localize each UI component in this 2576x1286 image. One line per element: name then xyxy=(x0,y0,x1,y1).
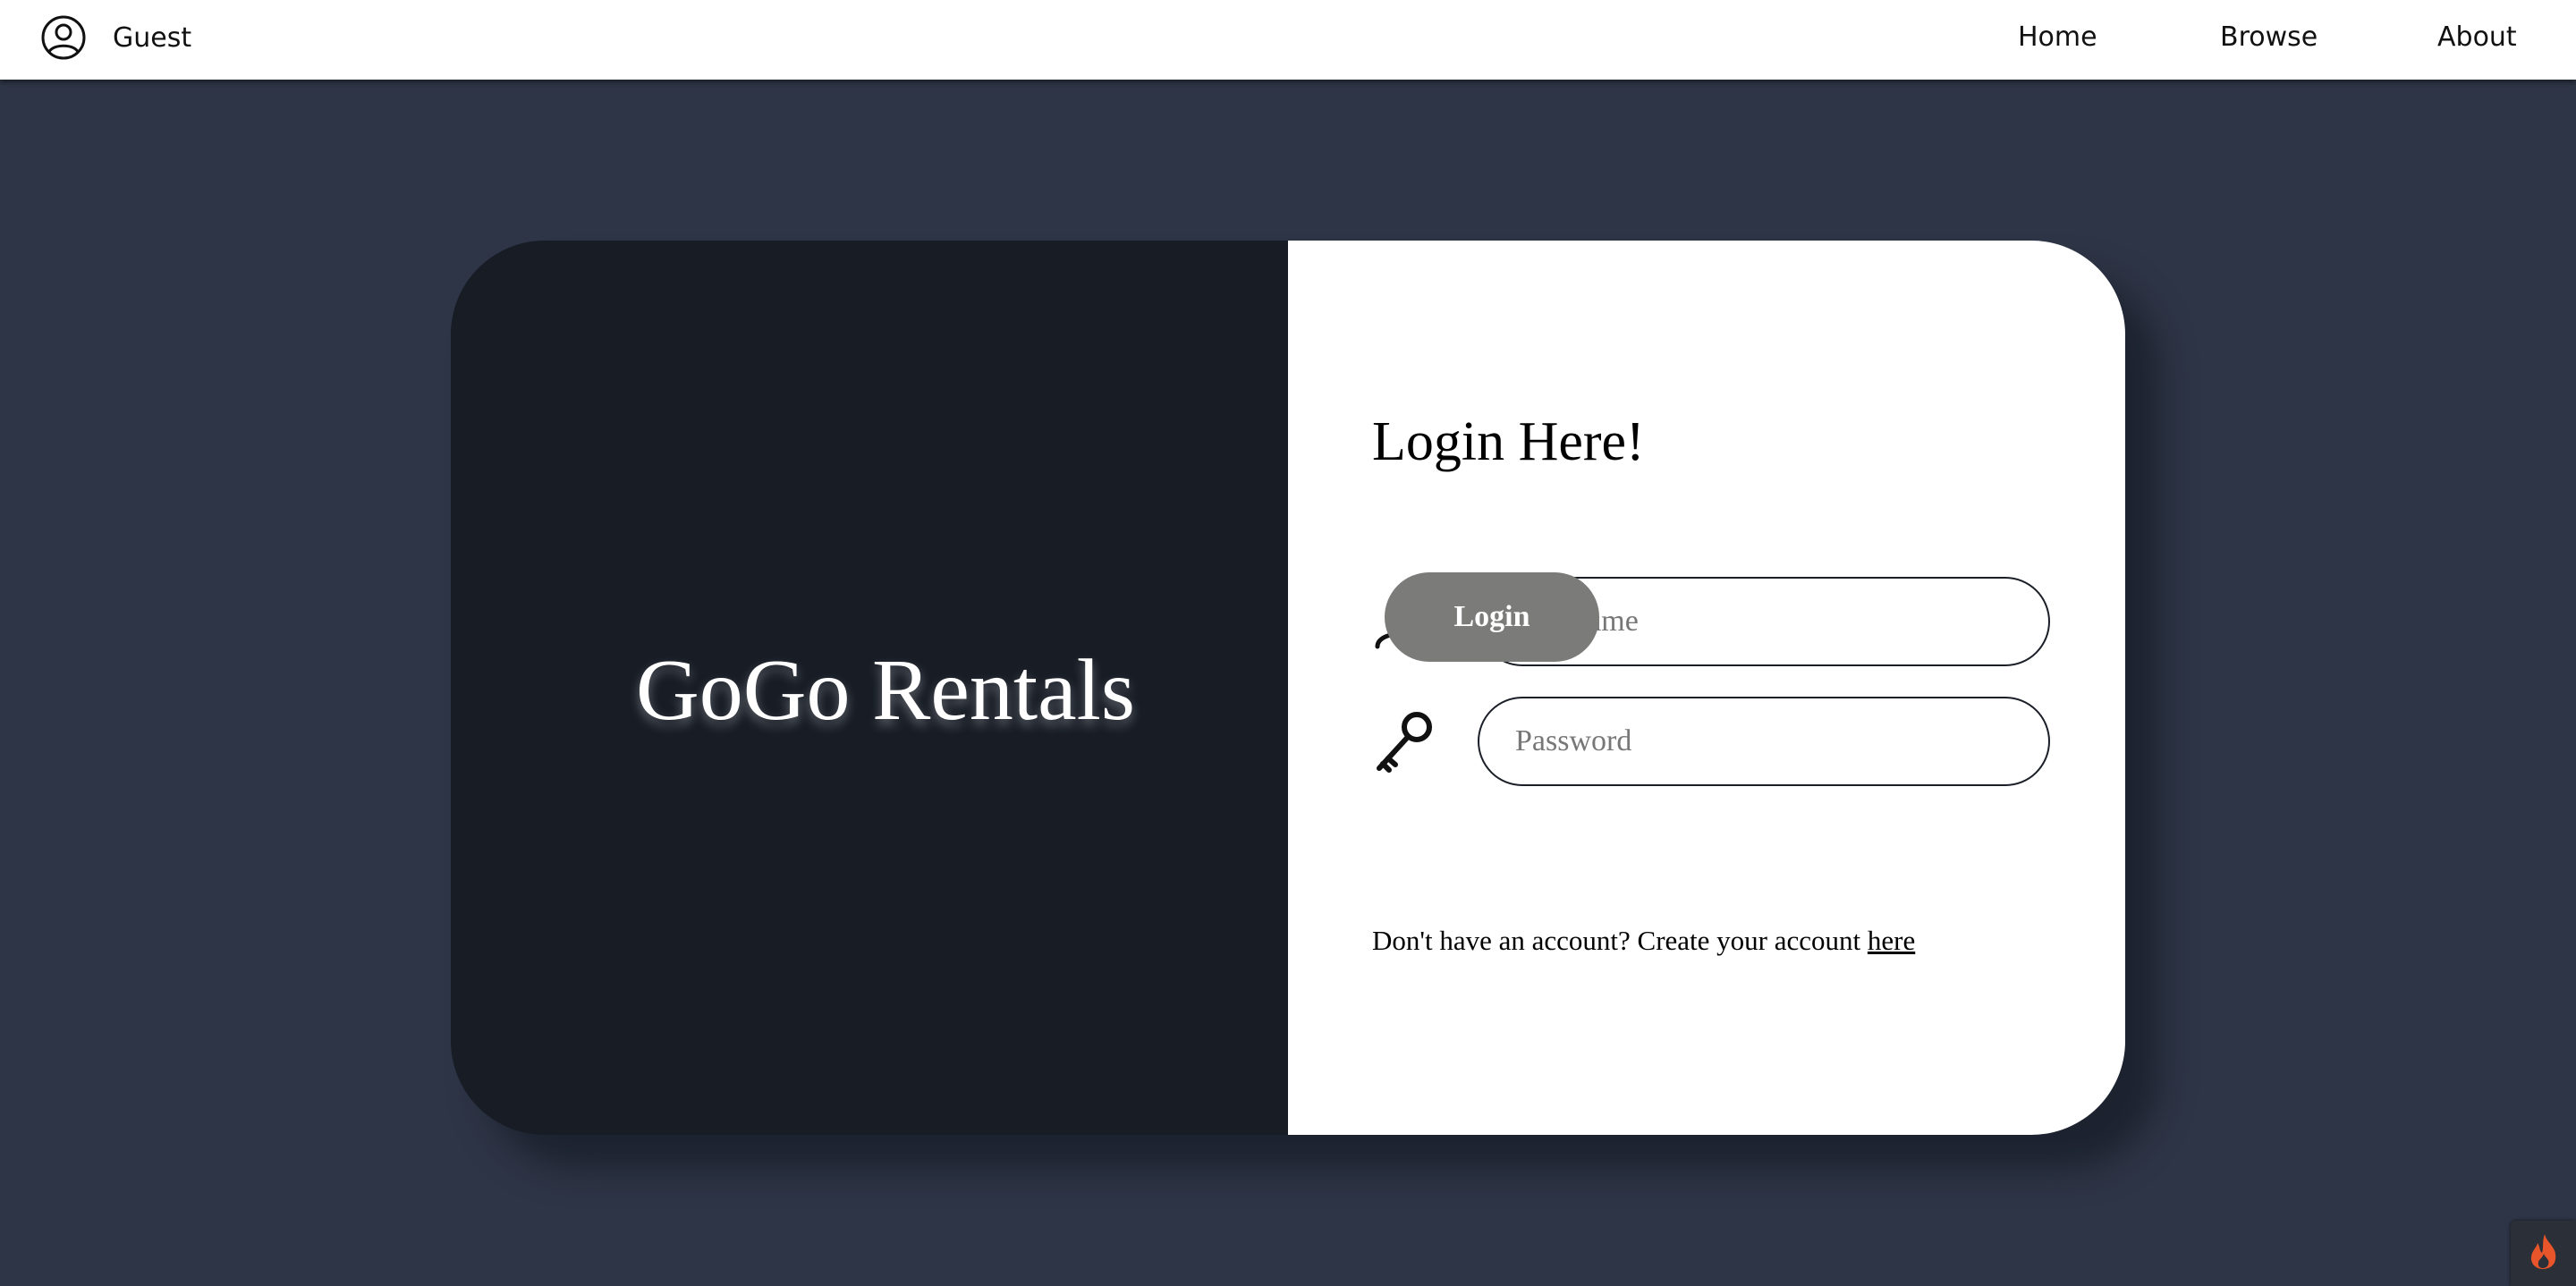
flame-icon xyxy=(2527,1232,2561,1274)
nav-about-link[interactable]: About xyxy=(2437,21,2517,53)
nav-browse-link[interactable]: Browse xyxy=(2220,21,2318,53)
login-heading: Login Here! xyxy=(1372,411,1645,472)
password-row xyxy=(1372,697,2050,786)
signup-prompt-text: Don't have an account? Create your accou… xyxy=(1372,925,1861,956)
user-circle-icon[interactable] xyxy=(39,13,88,62)
brand-title: GoGo Rentals xyxy=(636,642,1135,739)
signup-prompt: Don't have an account? Create your accou… xyxy=(1372,925,1915,957)
account-area[interactable]: Guest xyxy=(39,13,191,63)
top-navbar: Guest Home Browse About xyxy=(0,0,2576,80)
nav-home-link[interactable]: Home xyxy=(2018,21,2097,53)
signup-link[interactable]: here xyxy=(1868,925,1915,956)
floating-widget[interactable] xyxy=(2511,1221,2576,1286)
brand-panel: GoGo Rentals xyxy=(451,241,1288,1135)
login-card: GoGo Rentals Login Here! Username Don't … xyxy=(451,241,2125,1135)
password-input[interactable] xyxy=(1478,697,2050,786)
login-button[interactable]: Login xyxy=(1385,572,1599,662)
key-icon xyxy=(1372,709,1436,774)
login-form-panel: Login Here! Don't have xyxy=(1288,241,2125,1135)
user-name-label: Guest xyxy=(113,21,192,54)
